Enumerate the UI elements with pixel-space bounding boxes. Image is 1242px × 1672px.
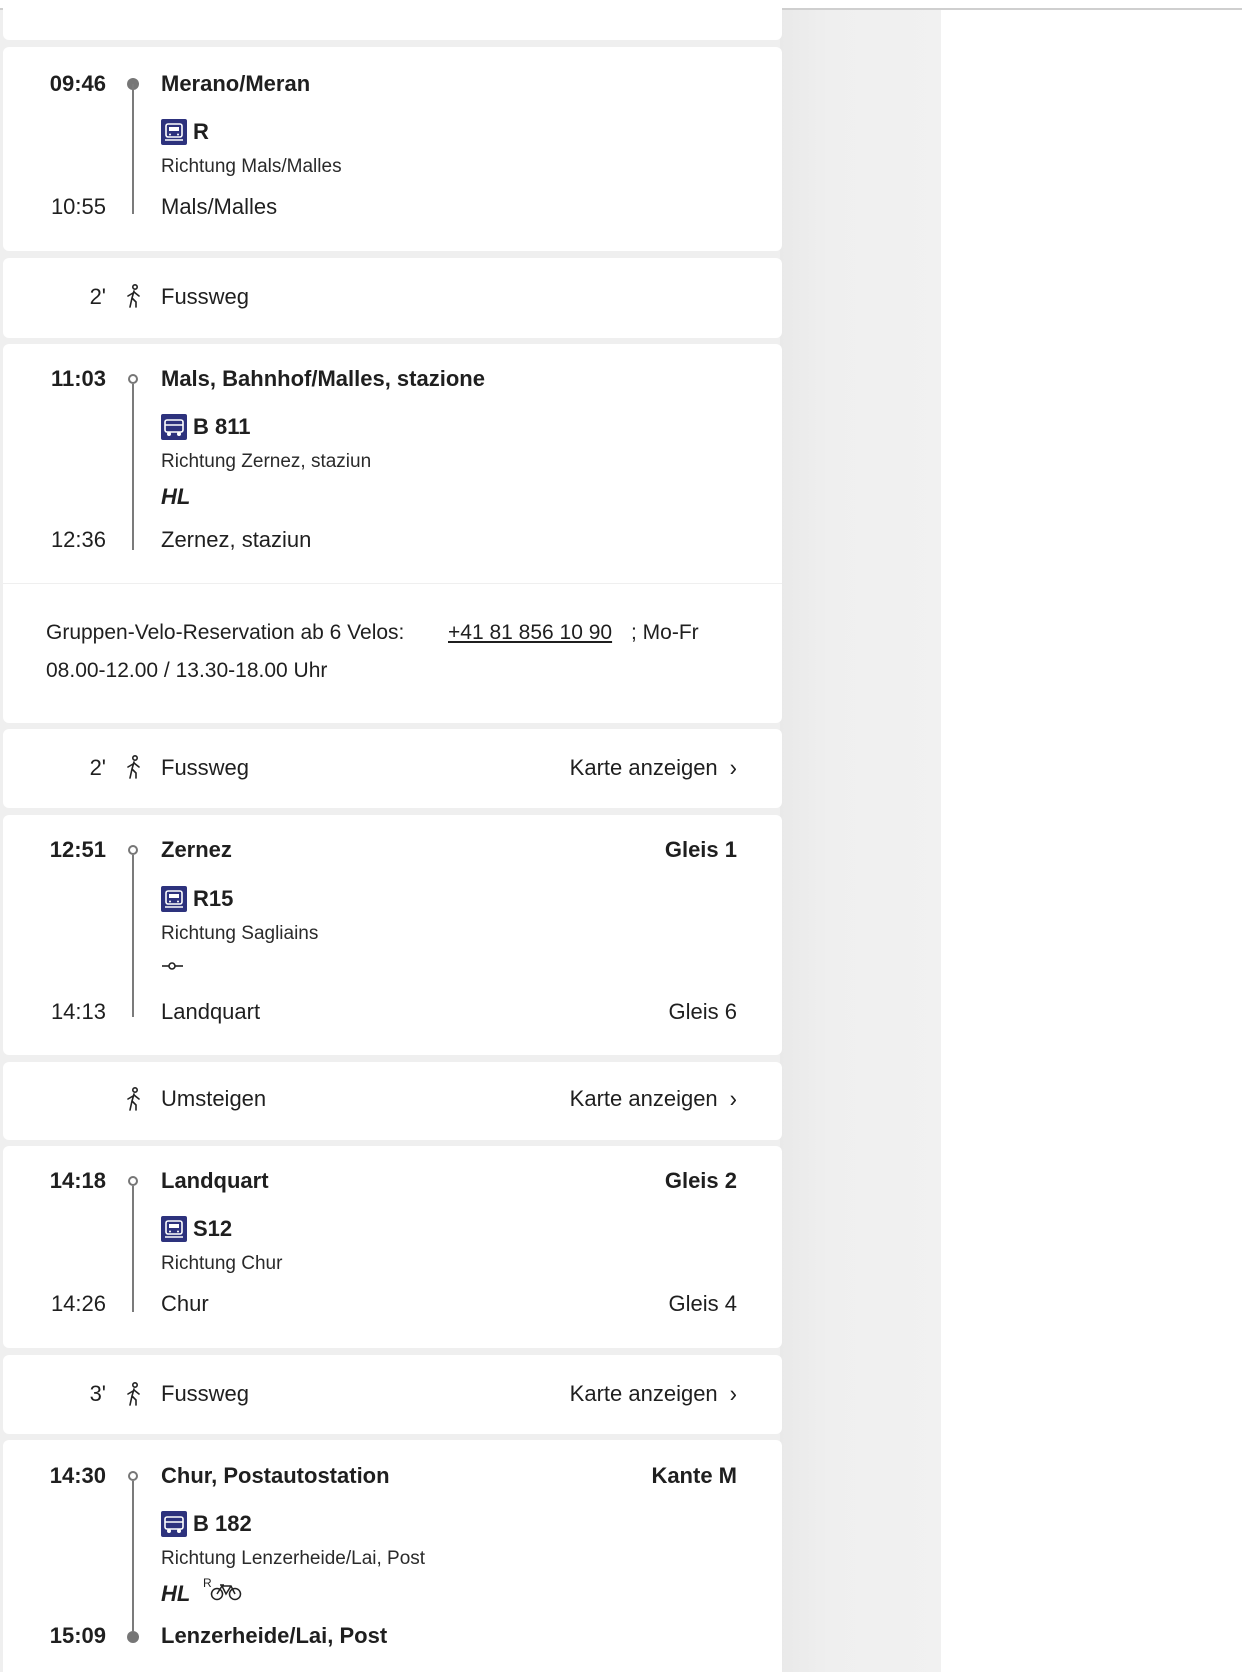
departure-stop: Mals, Bahnhof/Malles, stazione	[161, 366, 485, 391]
walk-icon	[127, 1382, 140, 1406]
direction-text: Richtung Lenzerheide/Lai, Post	[161, 1548, 426, 1569]
previous-card	[3, 0, 782, 40]
info-text-line2: 08.00-12.00 / 13.30-18.00 Uhr	[46, 659, 328, 682]
panel-shadow	[780, 10, 941, 1672]
timeline-dot	[128, 845, 138, 855]
departure-time: 09:46	[49, 71, 106, 96]
timeline-end-dot	[127, 1631, 139, 1643]
timeline-dot	[128, 374, 138, 384]
product-label: S12	[193, 1216, 233, 1241]
info-text-prefix: Gruppen-Velo-Reservation ab 6 Velos:	[46, 621, 405, 644]
departure-time: 11:03	[50, 366, 106, 391]
walk-card[interactable]: 3' Fussweg Karte anzeigen ›	[3, 1355, 782, 1434]
product-badge: S12	[161, 1215, 232, 1243]
product-badge: R15	[161, 885, 233, 913]
segment-card[interactable]: 14:30 Chur, Postautostation Kante M B 18…	[3, 1440, 782, 1672]
timeline-line	[132, 855, 134, 1017]
show-map-label: Karte anzeigen	[569, 1086, 718, 1111]
departure-stop: Merano/Meran	[161, 71, 311, 96]
departure-stop: Zernez	[161, 837, 232, 862]
arrival-stop: Chur	[161, 1291, 209, 1316]
walk-card: 2' Fussweg	[3, 258, 782, 338]
bus-icon	[161, 1511, 187, 1537]
product-badge: R	[161, 118, 209, 146]
chevron-right-icon: ›	[729, 1084, 737, 1113]
product-badge: B 182	[161, 1510, 252, 1538]
show-map-link[interactable]: Karte anzeigen ›	[569, 753, 737, 782]
show-map-label: Karte anzeigen	[569, 755, 718, 780]
divider	[3, 583, 782, 584]
ramp-icon	[162, 962, 183, 970]
arrival-platform: Gleis 6	[668, 999, 737, 1024]
arrival-stop: Landquart	[161, 999, 261, 1024]
info-phone-link[interactable]: +41 81 856 10 90	[448, 620, 612, 646]
departure-platform: Gleis 1	[664, 837, 737, 862]
show-map-link[interactable]: Karte anzeigen ›	[569, 1379, 737, 1408]
timeline-line	[132, 1186, 134, 1312]
direction-text: Richtung Sagliains	[161, 923, 319, 944]
departure-time: 12:51	[49, 837, 106, 862]
arrival-stop: Zernez, staziun	[161, 527, 312, 552]
departure-platform: Gleis 2	[664, 1168, 737, 1193]
transfer-label: Umsteigen	[161, 1086, 267, 1111]
segment-card[interactable]: 11:03 Mals, Bahnhof/Malles, stazione B 8…	[3, 344, 782, 723]
direction-text: Richtung Chur	[161, 1253, 283, 1274]
attribute-hl: HL	[161, 1581, 191, 1606]
arrival-platform: Gleis 4	[668, 1291, 737, 1316]
info-text-suffix: ; Mo-Fr	[631, 621, 699, 644]
product-label: B 182	[193, 1511, 252, 1536]
walk-icon	[127, 755, 140, 779]
product-label: R15	[193, 886, 234, 911]
segment-card[interactable]: 09:46 Merano/Meran R Richtung Mals/Malle…	[3, 47, 782, 251]
journey-detail-panel: 09:46 Merano/Meran R Richtung Mals/Malle…	[0, 0, 782, 1672]
attribute-hl: HL	[161, 484, 191, 509]
departure-stop: Chur, Postautostation	[161, 1463, 390, 1488]
walk-duration: 2'	[89, 755, 106, 780]
arrival-time: 14:13	[50, 999, 106, 1024]
departure-time: 14:30	[49, 1463, 106, 1488]
walk-card[interactable]: 2' Fussweg Karte anzeigen ›	[3, 729, 782, 808]
direction-text: Richtung Zernez, staziun	[161, 451, 372, 472]
product-badge: B 811	[161, 413, 251, 441]
arrival-time: 15:09	[49, 1623, 106, 1648]
departure-stop: Landquart	[161, 1168, 269, 1193]
transfer-card[interactable]: Umsteigen Karte anzeigen ›	[3, 1062, 782, 1140]
show-map-link[interactable]: Karte anzeigen ›	[569, 1084, 737, 1113]
departure-time: 14:18	[49, 1168, 106, 1193]
train-icon	[161, 1216, 187, 1242]
timeline-line	[132, 84, 134, 214]
bus-icon	[161, 414, 187, 440]
show-map-label: Karte anzeigen	[569, 1381, 718, 1406]
walk-label: Fussweg	[161, 284, 250, 309]
walk-duration: 2'	[89, 284, 106, 309]
bike-icon	[210, 1584, 242, 1601]
walk-icon	[127, 1087, 140, 1111]
arrival-stop: Mals/Malles	[161, 194, 278, 219]
direction-text: Richtung Mals/Malles	[161, 156, 342, 177]
walk-icon	[127, 284, 140, 308]
arrival-time: 10:55	[50, 194, 106, 219]
arrival-time: 12:36	[50, 527, 106, 552]
timeline-dot	[128, 1471, 138, 1481]
chevron-right-icon: ›	[729, 753, 737, 782]
arrival-time: 14:26	[50, 1291, 106, 1316]
walk-label: Fussweg	[161, 1381, 250, 1406]
departure-platform: Kante M	[651, 1463, 737, 1488]
arrival-stop: Lenzerheide/Lai, Post	[161, 1623, 388, 1648]
chevron-right-icon: ›	[729, 1379, 737, 1408]
timeline-line	[132, 384, 134, 550]
train-icon	[161, 886, 187, 912]
segment-card[interactable]: 14:18 Landquart Gleis 2 S12 Richtung Chu…	[3, 1146, 782, 1348]
segment-card[interactable]: 12:51 Zernez Gleis 1 R15 Richtung Saglia…	[3, 815, 782, 1055]
product-label: R	[193, 119, 209, 144]
timeline-dot	[128, 1176, 138, 1186]
train-icon	[161, 119, 187, 145]
walk-label: Fussweg	[161, 755, 250, 780]
product-label: B 811	[193, 414, 251, 439]
timeline-line	[132, 1481, 134, 1631]
walk-duration: 3'	[89, 1381, 106, 1406]
